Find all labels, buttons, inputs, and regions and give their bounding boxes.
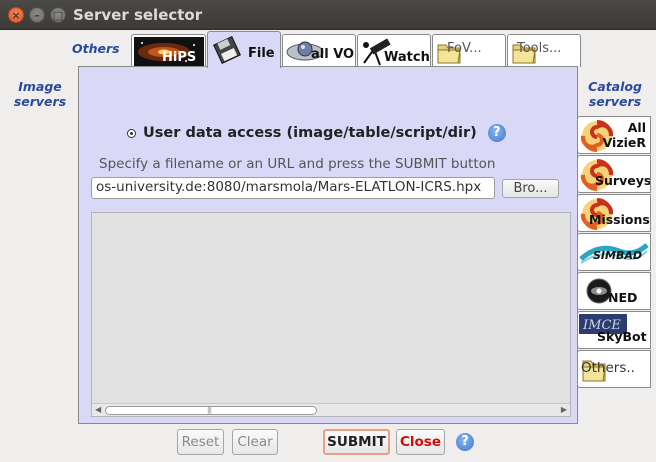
- grip-icon: |||: [207, 406, 212, 414]
- catalog-ned-button[interactable]: NED: [577, 272, 651, 310]
- tab-file-label: File: [248, 46, 275, 61]
- svg-text:SIMBAD: SIMBAD: [593, 249, 642, 262]
- scrollbar-thumb[interactable]: |||: [105, 406, 317, 415]
- browse-button[interactable]: Bro...: [502, 179, 559, 198]
- catalog-all-vizier-label: All VizieR: [602, 120, 646, 150]
- clear-button[interactable]: Clear: [232, 429, 278, 455]
- window-maximize-button[interactable]: □: [50, 7, 66, 23]
- window-close-button[interactable]: ×: [8, 7, 24, 23]
- catalog-all-vizier-button[interactable]: All VizieR: [577, 116, 651, 154]
- close-button[interactable]: Close: [396, 429, 445, 455]
- catalog-others-button[interactable]: Others..: [577, 350, 651, 388]
- catalog-skybot-label: SkyBot: [597, 329, 647, 344]
- simbad-logo-icon: SIMBAD: [579, 243, 649, 264]
- tab-all-vo[interactable]: all VO: [282, 34, 356, 67]
- window-minimize-button[interactable]: –: [29, 7, 45, 23]
- radio-button[interactable]: [127, 128, 136, 138]
- catalog-simbad-button[interactable]: SIMBAD: [577, 233, 651, 271]
- tab-tools-label: Tools...: [517, 41, 562, 56]
- catalog-surveys-label: Surveys: [595, 173, 651, 188]
- output-area[interactable]: ◀ ||| ▶: [91, 212, 571, 417]
- window-title: Server selector: [73, 6, 203, 24]
- tab-file[interactable]: File: [207, 31, 281, 68]
- others-label: Others: [72, 41, 120, 56]
- tab-tools[interactable]: Tools...: [507, 34, 581, 67]
- user-data-access-option[interactable]: User data access (image/table/script/dir…: [127, 124, 506, 142]
- radio-label: User data access (image/table/script/dir…: [143, 125, 477, 141]
- url-input[interactable]: os-university.de:8080/marsmola/Mars-ELAT…: [91, 177, 495, 199]
- help-icon[interactable]: ?: [456, 433, 474, 451]
- maximize-icon: □: [52, 9, 64, 22]
- image-servers-label: Image servers: [13, 79, 67, 109]
- file-panel: User data access (image/table/script/dir…: [78, 66, 578, 424]
- instruction-text: Specify a filename or an URL and press t…: [99, 156, 496, 172]
- tab-watch-label: Watch: [384, 50, 430, 65]
- tab-hips-label: HiPS: [162, 50, 197, 65]
- tab-hips[interactable]: HiPS: [131, 34, 206, 67]
- tab-fov[interactable]: FoV...: [432, 34, 506, 67]
- catalog-skybot-button[interactable]: IMCE SkyBot: [577, 311, 651, 349]
- reset-button[interactable]: Reset: [177, 429, 224, 455]
- horizontal-scrollbar[interactable]: ◀ ||| ▶: [92, 403, 570, 416]
- tab-watch[interactable]: Watch: [357, 34, 431, 67]
- close-icon: ×: [11, 9, 21, 22]
- catalog-missions-button[interactable]: Missions: [577, 194, 651, 232]
- tab-all-vo-label: all VO: [311, 47, 355, 62]
- scroll-left-icon[interactable]: ◀: [95, 405, 101, 414]
- help-icon[interactable]: ?: [487, 124, 506, 142]
- tab-fov-label: FoV...: [447, 41, 482, 56]
- floppy-disk-icon: [213, 36, 241, 64]
- catalog-surveys-button[interactable]: Surveys: [577, 155, 651, 193]
- submit-button[interactable]: SUBMIT: [323, 429, 390, 455]
- catalog-missions-label: Missions: [589, 212, 650, 227]
- catalog-ned-label: NED: [608, 290, 638, 305]
- catalog-servers-label: Catalog servers: [588, 79, 642, 109]
- catalog-others-label: Others..: [581, 360, 635, 376]
- minimize-icon: –: [34, 9, 40, 22]
- scroll-right-icon[interactable]: ▶: [561, 405, 567, 414]
- title-bar: × – □ Server selector: [0, 0, 656, 30]
